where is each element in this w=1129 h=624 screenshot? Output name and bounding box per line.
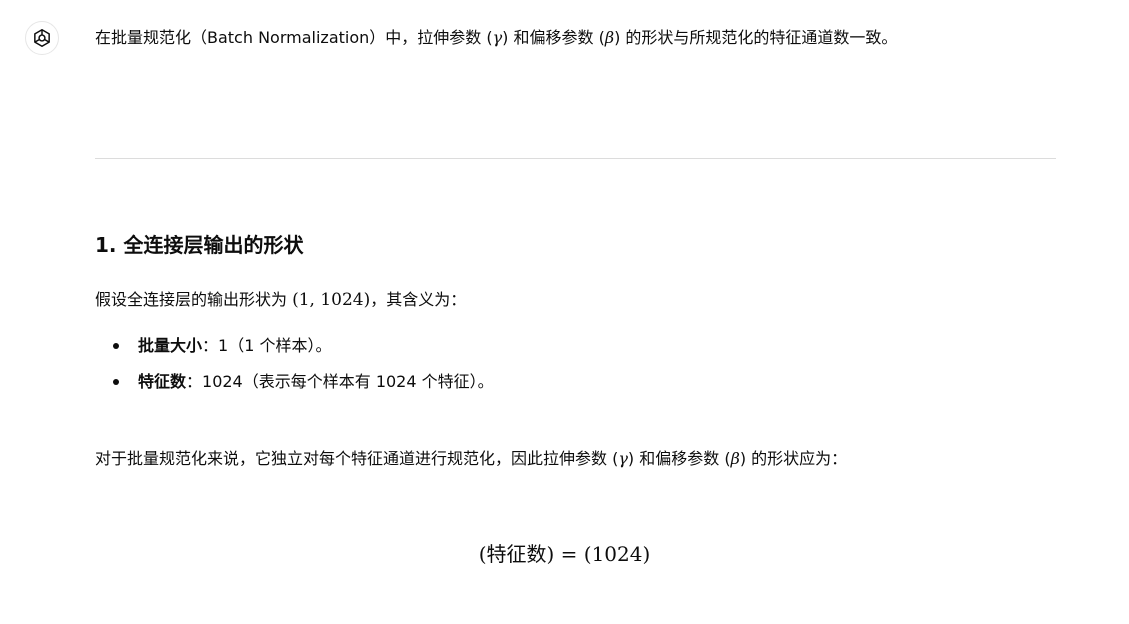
intro-text-1: 在批量规范化（Batch Normalization）中，拉伸参数 (	[95, 28, 493, 47]
assistant-message: 在批量规范化（Batch Normalization）中，拉伸参数 (γ) 和偏…	[95, 22, 1060, 53]
list-item: 批量大小：1（1 个样本）。	[95, 328, 494, 364]
list-item-text: ：1（1 个样本）。	[202, 336, 332, 355]
openai-logo-icon	[31, 27, 53, 49]
list-item: 特征数：1024（表示每个样本有 1024 个特征）。	[95, 364, 494, 400]
assistant-avatar	[25, 21, 59, 55]
bn-text-2: ) 和偏移参数 (	[627, 449, 731, 468]
beta-symbol: β	[604, 28, 615, 47]
bn-text-1: 对于批量规范化来说，它独立对每个特征通道进行规范化，因此拉伸参数 (	[95, 449, 619, 468]
shape-math: (1, 1024)	[292, 290, 371, 310]
feature-list: 批量大小：1（1 个样本）。 特征数：1024（表示每个样本有 1024 个特征…	[95, 328, 494, 400]
shape-text-2: ，其含义为：	[370, 290, 467, 309]
shape-text-1: 假设全连接层的输出形状为	[95, 290, 293, 309]
intro-paragraph: 在批量规范化（Batch Normalization）中，拉伸参数 (γ) 和偏…	[95, 22, 1060, 53]
section-divider	[95, 158, 1056, 159]
bullet-dot-icon	[113, 343, 119, 349]
list-item-label: 特征数	[138, 372, 187, 391]
bn-paragraph: 对于批量规范化来说，它独立对每个特征通道进行规范化，因此拉伸参数 (γ) 和偏移…	[95, 443, 1060, 474]
intro-text-3: ) 的形状与所规范化的特征通道数一致。	[614, 28, 898, 47]
bullet-dot-icon	[113, 379, 119, 385]
gamma-symbol: γ	[492, 28, 503, 47]
list-item-text: ：1024（表示每个样本有 1024 个特征）。	[186, 372, 494, 391]
gamma-symbol: γ	[618, 449, 628, 468]
intro-text-2: ) 和偏移参数 (	[502, 28, 605, 47]
list-item-label: 批量大小	[138, 336, 203, 355]
shape-paragraph: 假设全连接层的输出形状为 (1, 1024)，其含义为：	[95, 284, 466, 316]
section-heading: 1. 全连接层输出的形状	[95, 233, 304, 257]
beta-symbol: β	[730, 449, 740, 468]
shape-formula: (特征数) = (1024)	[478, 542, 651, 566]
bn-text-3: ) 的形状应为：	[739, 449, 848, 468]
